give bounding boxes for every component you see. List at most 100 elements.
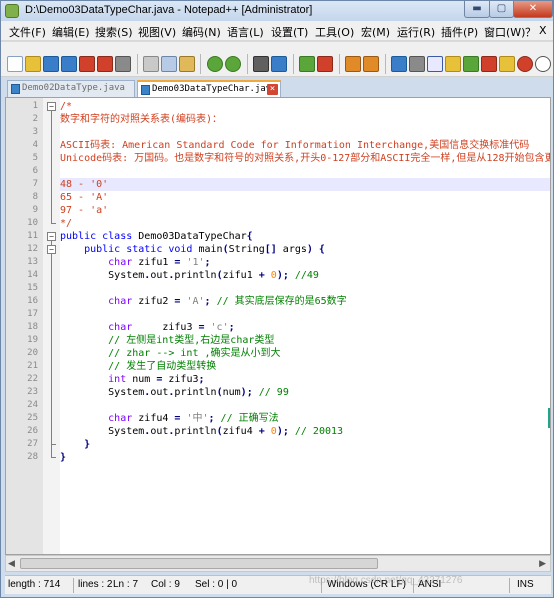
code-line[interactable]: Unicode码表: 万国码。也是数字和符号的对照关系,开头0-127部分和AS… (60, 152, 550, 165)
code-line[interactable]: public class Demo03DataTypeChar{ (60, 230, 550, 243)
line-number: 17 (27, 309, 38, 319)
code-line[interactable] (60, 126, 550, 139)
code-line[interactable]: System.out.println(zifu1 + 0); //49 (60, 269, 550, 282)
replace-icon[interactable] (271, 56, 287, 72)
line-number: 25 (27, 413, 38, 423)
code-token: Demo03DataTypeChar (138, 231, 247, 242)
line-number: 8 (32, 192, 38, 202)
code-line[interactable]: // zhar --> int ,确实是从小到大 (60, 347, 550, 360)
fold-toggle-method[interactable]: − (47, 245, 56, 254)
show-all-chars-icon[interactable] (409, 56, 425, 72)
menu-encoding[interactable]: 编码(N) (182, 24, 221, 40)
code-editor[interactable]: 1 2 3 4 5 6 7 8 9 10 11 12 13 14 15 16 17 18 19 20 21 22 23 24 2… (5, 97, 551, 555)
function-list-icon[interactable] (481, 56, 497, 72)
code-line[interactable]: 数字和字符的对照关系表(编码表)： (60, 113, 550, 126)
menu-macro[interactable]: 宏(M) (361, 24, 390, 40)
close-icon[interactable] (79, 56, 95, 72)
redo-icon[interactable] (225, 56, 241, 72)
folder-workspace-icon[interactable] (499, 56, 515, 72)
scroll-thumb[interactable] (20, 558, 378, 569)
code-line[interactable]: System.out.println(num); // 99 (60, 386, 550, 399)
menu-help[interactable]: ？ (525, 24, 536, 40)
code-token: = (156, 374, 169, 385)
tab-label: Demo03DataTypeChar.java (152, 84, 277, 94)
code-area[interactable]: /* 数字和字符的对照关系表(编码表)： ASCII码表: American Sta… (60, 98, 550, 554)
copy-icon[interactable] (161, 56, 177, 72)
zoom-out-icon[interactable] (317, 56, 333, 72)
menu-window[interactable]: 窗口(W) (484, 24, 525, 40)
line-number: 28 (27, 452, 38, 462)
user-lang-icon[interactable] (445, 56, 461, 72)
code-line[interactable]: // 左侧是int类型,右边是char类型 (60, 334, 550, 347)
code-line[interactable]: char zifu1 = '1'; (60, 256, 550, 269)
save-all-icon[interactable] (61, 56, 77, 72)
find-icon[interactable] (253, 56, 269, 72)
code-line[interactable] (60, 282, 550, 295)
code-line[interactable]: 65 - 'A' (60, 191, 550, 204)
code-line[interactable]: System.out.println(zifu4 + 0); // 20013 (60, 425, 550, 438)
code-token: // 正确写法 (220, 413, 279, 424)
sync-v-icon[interactable] (345, 56, 361, 72)
code-token: = (198, 322, 211, 333)
code-token: println (174, 270, 217, 281)
code-line[interactable] (60, 399, 550, 412)
code-line[interactable]: } (60, 438, 550, 451)
code-line[interactable]: /* (60, 100, 550, 113)
code-line[interactable]: int num = zifu3; (60, 373, 550, 386)
code-line[interactable]: */ (60, 217, 550, 230)
menu-settings[interactable]: 设置(T) (271, 24, 308, 40)
menu-search[interactable]: 搜索(S) (95, 24, 133, 40)
code-line[interactable]: char zifu4 = '中'; // 正确写法 (60, 412, 550, 425)
menu-view[interactable]: 视图(V) (138, 24, 176, 40)
horizontal-scrollbar[interactable]: ◀ ▶ (5, 555, 551, 572)
code-line[interactable]: 97 - 'a' (60, 204, 550, 217)
code-line[interactable]: ASCII码表: American Standard Code for Info… (60, 139, 550, 152)
scroll-left-button[interactable]: ◀ (8, 559, 15, 569)
new-file-icon[interactable] (7, 56, 23, 72)
code-line[interactable]: public static void main(String[] args) { (60, 243, 550, 256)
code-line[interactable] (60, 165, 550, 178)
line-number: 26 (27, 426, 38, 436)
record-macro-icon[interactable] (517, 56, 533, 72)
menu-run[interactable]: 运行(R) (397, 24, 435, 40)
cut-icon[interactable] (143, 56, 159, 72)
tab-close-icon[interactable]: × (267, 84, 278, 95)
code-line[interactable]: char zifu2 = 'A'; // 其实底层保存的是65数字 (60, 295, 550, 308)
close-window-button[interactable]: ✕ (513, 1, 553, 18)
code-line[interactable]: } (60, 451, 550, 464)
menu-file[interactable]: 文件(F) (9, 24, 46, 40)
code-line[interactable]: char zifu3 = 'c'; (60, 321, 550, 334)
zoom-in-icon[interactable] (299, 56, 315, 72)
fold-toggle-comment[interactable]: − (47, 102, 56, 111)
code-line[interactable] (60, 308, 550, 321)
menu-language[interactable]: 语言(L) (227, 24, 264, 40)
close-all-icon[interactable] (97, 56, 113, 72)
status-sel: Sel : 0 | 0 (195, 579, 238, 590)
menu-tools[interactable]: 工具(O) (315, 24, 354, 40)
fold-toggle-class[interactable]: − (47, 232, 56, 241)
tab-demo03[interactable]: Demo03DataTypeChar.java × (137, 80, 281, 97)
menu-edit[interactable]: 编辑(E) (52, 24, 90, 40)
open-file-icon[interactable] (25, 56, 41, 72)
title-bar[interactable]: D:\Demo03DataTypeChar.java - Notepad++ [… (1, 1, 553, 21)
print-icon[interactable] (115, 56, 131, 72)
fold-end (51, 223, 56, 224)
doc-map-icon[interactable] (463, 56, 479, 72)
code-line[interactable]: // 发生了自动类型转换 (60, 360, 550, 373)
tab-demo02[interactable]: Demo02DataType.java (7, 80, 135, 97)
scroll-right-button[interactable]: ▶ (539, 559, 546, 569)
paste-icon[interactable] (179, 56, 195, 72)
close-document-button[interactable]: X (539, 24, 547, 37)
wrap-icon[interactable] (391, 56, 407, 72)
code-line[interactable]: 48 - '0' (60, 178, 550, 191)
eye-icon[interactable] (535, 56, 551, 72)
maximize-button[interactable]: ▢ (489, 1, 514, 18)
sync-h-icon[interactable] (363, 56, 379, 72)
code-token: 48 - '0' (60, 179, 109, 190)
save-icon[interactable] (43, 56, 59, 72)
line-number: 3 (32, 127, 38, 137)
menu-plugins[interactable]: 插件(P) (441, 24, 478, 40)
minimize-button[interactable]: ▬ (464, 1, 490, 18)
undo-icon[interactable] (207, 56, 223, 72)
indent-guide-icon[interactable] (427, 56, 443, 72)
